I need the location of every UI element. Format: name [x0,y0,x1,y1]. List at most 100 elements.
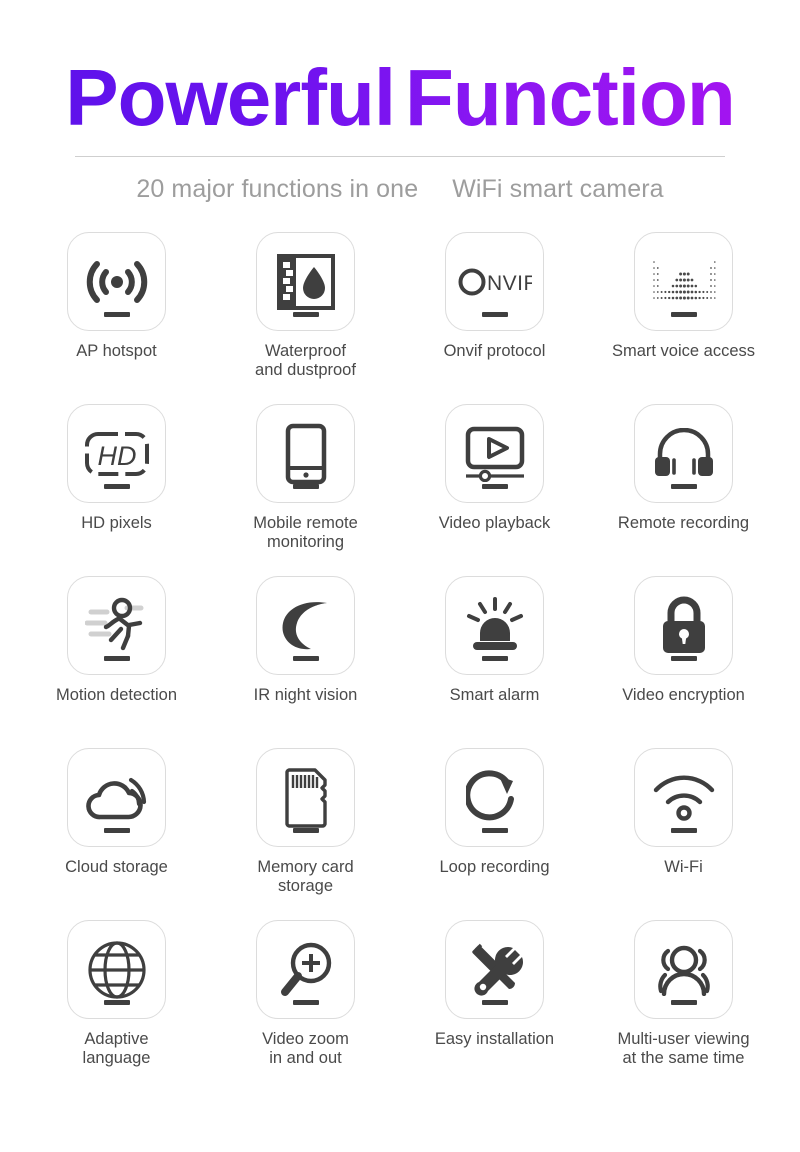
feature-label: Video playback [438,514,551,532]
loop-arrow-icon [465,769,514,820]
card-underline-dash [670,656,697,661]
card-underline-dash [670,484,697,489]
card-underline-dash [103,1000,130,1005]
card-underline-dash [292,312,319,317]
feature-icon-card[interactable] [445,748,544,847]
feature-icon-card[interactable] [67,748,166,847]
feature-item[interactable]: NVIF Onvif protocol [405,232,585,404]
card-underline-dash [670,1000,697,1005]
feature-icon-card[interactable] [256,232,355,331]
feature-item[interactable]: Loop recording [405,748,585,920]
feature-label: Adaptive language [82,1030,151,1068]
feature-icon-card[interactable] [256,920,355,1019]
title-word-powerful: Powerful [65,53,396,142]
feature-icon-card[interactable] [445,920,544,1019]
feature-label: Loop recording [439,858,550,876]
feature-item[interactable]: Wi-Fi [594,748,774,920]
feature-label: Wi-Fi [664,858,703,876]
card-underline-dash [481,484,508,489]
feature-label: Video zoom in and out [262,1030,349,1068]
feature-label: Video encryption [622,686,745,704]
onvif-logo-icon: NVIF [458,268,532,295]
feature-icon-card[interactable] [634,748,733,847]
feature-icon-card[interactable] [445,576,544,675]
title-word-function: Function [405,53,735,142]
feature-item[interactable]: IR night vision [216,576,396,748]
svg-text:NVIF: NVIF [487,272,532,295]
sd-card-icon [284,767,327,828]
subtitle: 20 major functions in one WiFi smart came… [0,175,800,204]
feature-item[interactable]: Multi-user viewing at the same time [594,920,774,1092]
running-person-icon [84,597,143,650]
card-underline-dash [670,312,697,317]
feature-icon-card[interactable] [67,576,166,675]
feature-item[interactable]: Waterproof and dustproof [216,232,396,404]
feature-label: Motion detection [55,686,178,704]
voice-waveform-icon: {} [652,260,716,300]
feature-icon-card[interactable] [634,576,733,675]
header: Powerful Function 20 major functions in o… [0,0,800,204]
feature-item[interactable]: AP hotspot [27,232,207,404]
feature-item[interactable]: Smart alarm [405,576,585,748]
subtitle-right: WiFi smart camera [452,175,664,203]
feature-grid: AP hotspot Waterproof and dustproof NVIF [0,232,800,1092]
svg-text:HD: HD [97,441,136,471]
siren-alarm-icon [466,596,523,650]
feature-label: Mobile remote monitoring [253,514,358,552]
feature-icon-card[interactable]: NVIF [445,232,544,331]
cloud-upload-icon [85,777,146,819]
feature-icon-card[interactable] [67,920,166,1019]
feature-label: Remote recording [617,514,750,532]
feature-item[interactable]: Mobile remote monitoring [216,404,396,576]
feature-item[interactable]: Memory card storage [216,748,396,920]
feature-icon-card[interactable] [445,404,544,503]
feature-icon-card[interactable] [634,920,733,1019]
card-underline-dash [481,828,508,833]
feature-icon-card[interactable] [256,404,355,503]
feature-label: Memory card storage [257,858,354,896]
feature-label: IR night vision [253,686,358,704]
card-underline-dash [670,828,697,833]
feature-item[interactable]: Easy installation [405,920,585,1092]
feature-icon-card[interactable] [256,576,355,675]
page-title: Powerful Function [0,58,800,138]
feature-icon-card[interactable]: HD [67,404,166,503]
card-underline-dash [292,656,319,661]
feature-label: Smart alarm [449,686,540,704]
feature-label: Onvif protocol [443,342,546,360]
card-underline-dash [103,656,130,661]
feature-item[interactable]: {} Smart voice access [594,232,774,404]
magnifier-plus-icon [280,942,331,996]
feature-item[interactable]: Video playback [405,404,585,576]
feature-item[interactable]: Motion detection [27,576,207,748]
ap-hotspot-icon [86,260,147,303]
feature-label: Multi-user viewing at the same time [617,1030,750,1068]
feature-icon-card[interactable] [256,748,355,847]
padlock-icon [662,596,705,653]
card-underline-dash [292,828,319,833]
card-underline-dash [103,484,130,489]
feature-infographic-page: Powerful Function 20 major functions in o… [0,0,800,1152]
feature-icon-card[interactable] [634,404,733,503]
card-underline-dash [292,1000,319,1005]
wrench-screwdriver-icon [471,943,523,996]
feature-icon-card[interactable] [67,232,166,331]
feature-item[interactable]: Cloud storage [27,748,207,920]
card-underline-dash [481,312,508,317]
feature-item[interactable]: HD HD pixels [27,404,207,576]
feature-item[interactable]: Remote recording [594,404,774,576]
feature-label: Cloud storage [65,858,168,876]
feature-label: Easy installation [434,1030,555,1048]
feature-item[interactable]: Video encryption [594,576,774,748]
card-underline-dash [481,656,508,661]
feature-item[interactable]: Adaptive language [27,920,207,1092]
users-group-icon [657,945,710,996]
subtitle-left: 20 major functions in one [136,175,419,203]
header-divider [75,156,725,157]
feature-item[interactable]: Video zoom in and out [216,920,396,1092]
card-underline-dash [481,1000,508,1005]
feature-icon-card[interactable]: {} [634,232,733,331]
video-playback-icon [465,426,524,482]
feature-label: HD pixels [81,514,152,532]
hd-pixels-icon: HD [84,431,149,476]
